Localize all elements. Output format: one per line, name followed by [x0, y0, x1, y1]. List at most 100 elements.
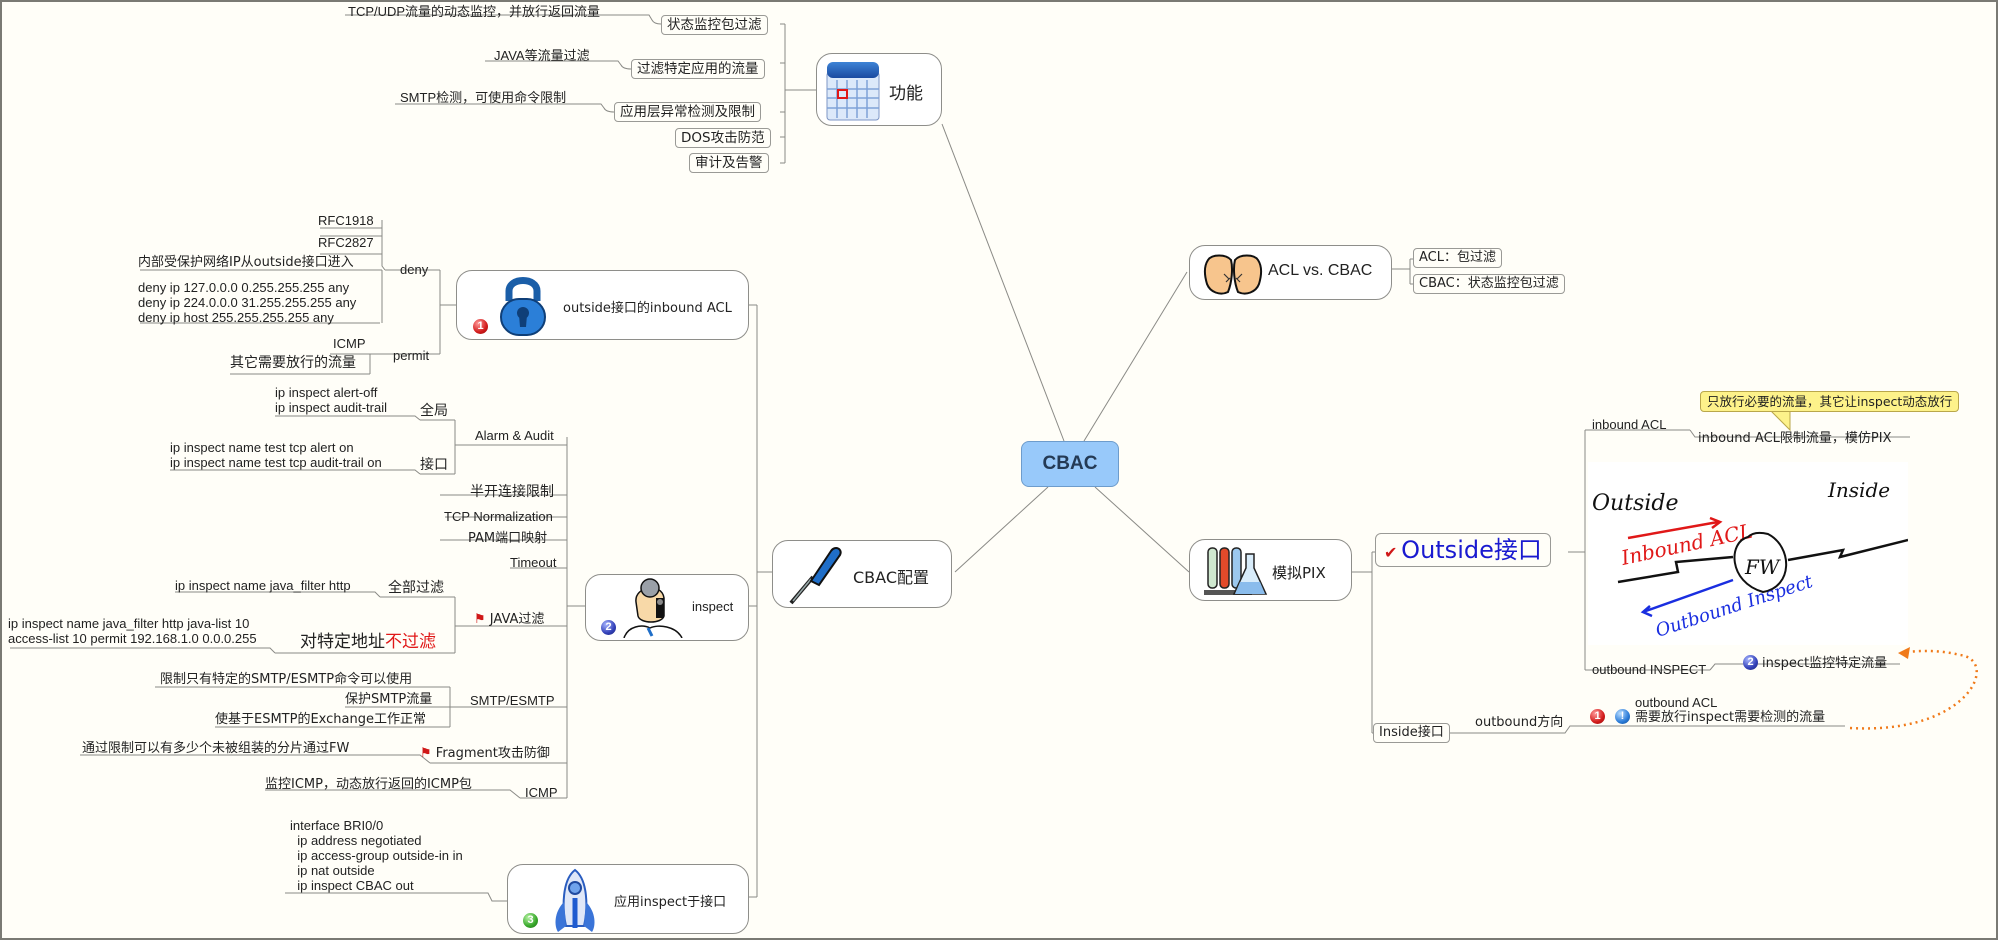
java-all-cmd: ip inspect name java_filter http [175, 578, 351, 593]
link-root-pix [1094, 486, 1190, 573]
link-root-config [954, 486, 1049, 573]
node-pix-label: 模拟PIX [1272, 564, 1326, 582]
deny-label: deny [400, 262, 429, 277]
func-note-2: JAVA等流量过滤 [494, 48, 590, 63]
func-note-3: SMTP检测，可使用命令限制 [400, 90, 567, 105]
lab-flask-icon [1202, 544, 1268, 605]
link-root-functions [941, 123, 1065, 442]
sketch-outbound-label: Outbound Inspect [1653, 571, 1816, 642]
node-apply-label: 应用inspect于接口 [614, 895, 727, 910]
alarm-interface-cmd-1: ip inspect name test tcp alert on [170, 440, 354, 455]
acl-vs-item-2[interactable]: CBAC：状态监控包过滤 [1413, 274, 1565, 294]
outbound-inspect-label: outbound INSPECT [1592, 662, 1707, 677]
arrow-head-icon [1898, 647, 1910, 659]
fragment-node[interactable]: ⚑ Fragment攻击防御 [420, 746, 550, 761]
fragment-note: 通过限制可以有多少个未被组装的分片通过FW [82, 741, 350, 756]
calendar-icon [823, 58, 883, 127]
priority-2-badge: 2 [1743, 655, 1758, 670]
apply-cmd-2: ip address negotiated [290, 833, 422, 848]
pam-label: PAM端口映射 [468, 531, 548, 546]
node-functions[interactable]: 功能 [816, 53, 942, 126]
acl-vs-item-1[interactable]: ACL：包过滤 [1413, 248, 1502, 268]
priority-3-badge: 3 [523, 913, 538, 928]
half-open-label: 半开连接限制 [470, 484, 554, 500]
inspector-icon [622, 576, 686, 643]
apply-cmd-1: interface BRI0/0 [290, 818, 384, 833]
outbound-acl-title: outbound ACL [1635, 695, 1718, 710]
node-inspect-label: inspect [692, 599, 734, 614]
smtp-label: SMTP/ESMTP [470, 693, 555, 708]
icmp-label: ICMP [525, 785, 558, 800]
rocket-icon [550, 868, 600, 939]
permit-label: permit [393, 348, 430, 363]
timeout-label: Timeout [510, 555, 557, 570]
smtp-item-3: 使基于ESMTP的Exchange工作正常 [215, 712, 426, 727]
fists-icon [1202, 252, 1264, 301]
permit-item-icmp: ICMP [333, 336, 366, 351]
outbound-acl-body: 需要放行inspect需要检测的流量 [1635, 710, 1826, 725]
lock-icon [497, 273, 549, 344]
info-icon: ! [1615, 709, 1630, 724]
screwdriver-icon [783, 543, 845, 612]
alarm-global-cmd-2: ip inspect audit-trail [275, 400, 387, 415]
java-specific-label: 对特定地址不过滤 [300, 632, 436, 652]
alarm-interface-label: 接口 [420, 457, 448, 473]
deny-item-rfc2827: RFC2827 [318, 235, 374, 250]
alarm-audit-label: Alarm & Audit [475, 428, 554, 443]
node-apply-inspect[interactable]: 3 应用inspect于接口 [507, 864, 749, 934]
icmp-note: 监控ICMP，动态放行返回的ICMP包 [265, 777, 472, 792]
smtp-item-1: 限制只有特定的SMTP/ESMTP命令可以使用 [160, 672, 413, 687]
priority-1-badge: 1 [473, 319, 488, 334]
java-all-label: 全部过滤 [388, 580, 444, 596]
deny-command-2: deny ip 224.0.0.0 31.255.255.255 any [138, 295, 357, 310]
checkmark-icon: ✔ [1384, 545, 1398, 562]
java-specific-cmd-1: ip inspect name java_filter http java-li… [8, 616, 250, 631]
priority-2-badge: 2 [601, 620, 616, 635]
apply-cmd-3: ip access-group outside-in in [290, 848, 463, 863]
root-node-cbac[interactable]: CBAC [1021, 441, 1119, 487]
outside-interface-node[interactable]: ✔ Outside接口 [1375, 533, 1551, 567]
inbound-acl-note: inbound ACL限制流量，模仿PIX [1698, 431, 1892, 446]
link-root-acl [1083, 271, 1188, 442]
node-pix[interactable]: 模拟PIX [1189, 539, 1352, 601]
node-inbound-acl[interactable]: 1 outside接口的inbound ACL [456, 270, 749, 340]
callout-pointer [1768, 409, 1791, 432]
deny-command-1: deny ip 127.0.0.0 0.255.255.255 any [138, 280, 350, 295]
firewall-sketch: Outside Inside Inbound ACL FW Outbound I… [1588, 462, 1909, 645]
priority-1-badge: 1 [1590, 709, 1605, 724]
sketch-fw-label: FW [1744, 555, 1781, 579]
outbound-inspect-note: inspect监控特定流量 [1762, 656, 1888, 671]
deny-command-3: deny ip host 255.255.255.255 any [138, 310, 334, 325]
func-item-4[interactable]: DOS攻击防范 [675, 128, 771, 148]
node-cbac-config[interactable]: CBAC配置 [772, 540, 952, 608]
deny-item-rfc1918: RFC1918 [318, 213, 374, 228]
func-item-5[interactable]: 审计及告警 [689, 153, 769, 173]
java-filter-label: JAVA过滤 [489, 612, 545, 627]
permit-item-other: 其它需要放行的流量 [230, 355, 356, 371]
alarm-global-label: 全局 [420, 403, 448, 419]
sketch-inside-label: Inside [1827, 478, 1890, 502]
func-item-2[interactable]: 过滤特定应用的流量 [631, 59, 765, 79]
apply-cmd-5: ip inspect CBAC out [290, 878, 414, 893]
node-cbac-config-label: CBAC配置 [853, 568, 929, 587]
func-item-1[interactable]: 状态监控包过滤 [661, 15, 768, 35]
node-inbound-acl-label: outside接口的inbound ACL [563, 301, 732, 316]
func-note-1: TCP/UDP流量的动态监控，并放行返回流量 [348, 4, 601, 19]
java-specific-cmd-2: access-list 10 permit 192.168.1.0 0.0.0.… [8, 631, 257, 646]
fragment-label: Fragment攻击防御 [435, 746, 550, 761]
inside-interface-node[interactable]: Inside接口 [1373, 723, 1450, 743]
root-label: CBAC [1042, 453, 1098, 474]
node-inspect[interactable]: 2 inspect [585, 574, 749, 641]
node-acl-vs-cbac[interactable]: ACL vs. CBAC [1189, 245, 1392, 300]
outside-interface-label: Outside接口 [1401, 536, 1542, 564]
inbound-acl-label: inbound ACL [1592, 417, 1667, 432]
deny-item-internal: 内部受保护网络IP从outside接口进入 [138, 255, 354, 270]
java-filter-node[interactable]: ⚑ JAVA过滤 [474, 612, 544, 627]
inside-direction-label: outbound方向 [1475, 715, 1564, 730]
alarm-global-cmd-1: ip inspect alert-off [275, 385, 378, 400]
callout-note: 只放行必要的流量，其它让inspect动态放行 [1700, 391, 1960, 412]
node-functions-label: 功能 [889, 84, 923, 104]
red-flag-icon: ⚑ [420, 746, 432, 761]
node-acl-vs-cbac-label: ACL vs. CBAC [1268, 262, 1373, 279]
func-item-3[interactable]: 应用层异常检测及限制 [614, 102, 761, 122]
